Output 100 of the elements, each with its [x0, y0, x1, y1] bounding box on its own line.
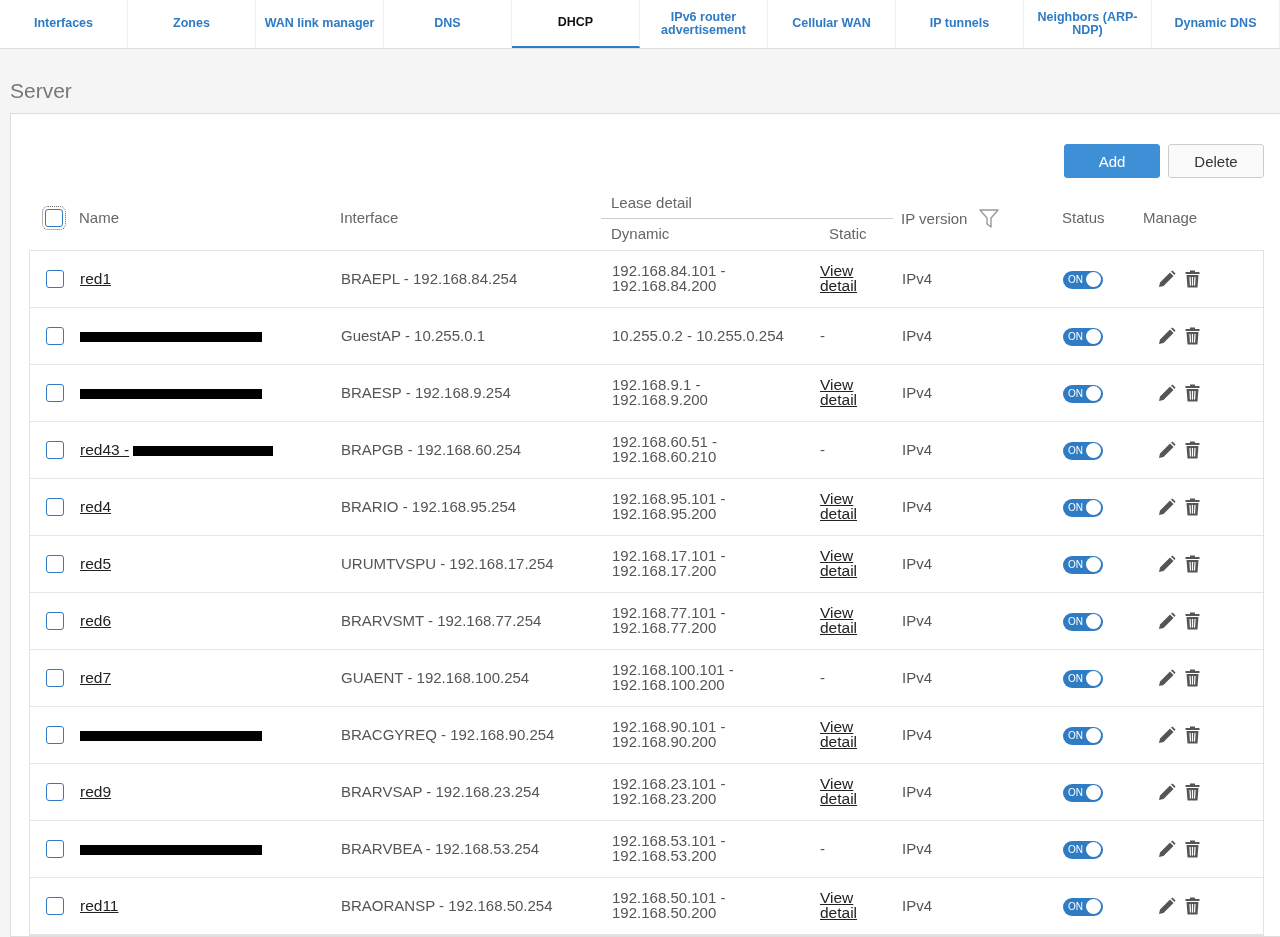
status-toggle[interactable]: ON [1063, 441, 1103, 460]
view-detail-link[interactable]: View detail [820, 376, 858, 408]
table-cell: BRAEPL - 192.168.84.254 [341, 271, 518, 287]
table-cell: IPv4 [902, 841, 932, 857]
delete-icon[interactable] [1185, 441, 1200, 459]
row-checkbox[interactable] [46, 669, 64, 687]
row-checkbox[interactable] [46, 384, 64, 402]
delete-icon[interactable] [1185, 555, 1200, 573]
delete-icon[interactable] [1185, 384, 1200, 402]
edit-icon[interactable] [1158, 441, 1176, 459]
delete-icon[interactable] [1185, 270, 1200, 288]
row-checkbox[interactable] [46, 555, 64, 573]
row-checkbox[interactable] [46, 783, 64, 801]
edit-icon[interactable] [1158, 897, 1176, 915]
view-detail-link[interactable]: View detail [820, 547, 858, 579]
table-cell: IPv4 [902, 385, 932, 401]
status-toggle[interactable]: ON [1063, 783, 1103, 802]
section-title: Server [9, 78, 73, 104]
table-cell: IPv4 [902, 613, 932, 629]
delete-icon[interactable] [1185, 669, 1200, 687]
view-detail-link[interactable]: View detail [820, 889, 858, 921]
table-cell: 192.168.60.51 - 192.168.60.210 [612, 433, 718, 466]
table-cell: BRARVSMT - 192.168.77.254 [341, 613, 542, 629]
edit-icon[interactable] [1158, 840, 1176, 858]
name-link[interactable]: red11 [80, 897, 119, 914]
table-cell: IPv4 [902, 499, 932, 515]
name-link[interactable]: red5 [80, 555, 112, 572]
row-checkbox[interactable] [46, 270, 64, 288]
status-toggle[interactable]: ON [1063, 384, 1103, 403]
edit-icon[interactable] [1158, 612, 1176, 630]
name-link[interactable]: red43 - [80, 441, 130, 458]
delete-icon[interactable] [1185, 840, 1200, 858]
name-link[interactable]: red4 [80, 498, 112, 515]
row-checkbox[interactable] [46, 327, 64, 345]
table-cell: BRARIO - 192.168.95.254 [341, 499, 517, 515]
view-detail-link[interactable]: View detail [820, 718, 858, 750]
edit-icon[interactable] [1158, 669, 1176, 687]
status-toggle[interactable]: ON [1063, 327, 1103, 346]
delete-icon[interactable] [1185, 897, 1200, 915]
status-toggle[interactable]: ON [1063, 612, 1103, 631]
table-cell: GuestAP - 10.255.0.1 [341, 328, 485, 344]
table-cell: 192.168.95.101 - 192.168.95.200 [612, 490, 726, 523]
table-cell: GUAENT - 192.168.100.254 [341, 670, 530, 686]
delete-icon[interactable] [1185, 612, 1200, 630]
column-header: Static [829, 225, 867, 242]
delete-icon[interactable] [1185, 498, 1200, 516]
tab[interactable]: DHCP [512, 0, 640, 48]
status-toggle[interactable]: ON [1063, 726, 1103, 745]
edit-icon[interactable] [1158, 555, 1176, 573]
row-checkbox[interactable] [46, 726, 64, 744]
delete-button[interactable]: Delete [1168, 144, 1264, 178]
table-cell: BRAORANSP - 192.168.50.254 [341, 898, 553, 914]
table-cell: 192.168.53.101 - 192.168.53.200 [612, 832, 726, 865]
column-header: Interface [340, 209, 399, 226]
status-toggle[interactable]: ON [1063, 669, 1103, 688]
edit-icon[interactable] [1158, 270, 1176, 288]
name-link[interactable]: red7 [80, 669, 112, 686]
table-cell: IPv4 [902, 784, 932, 800]
table-cell: 192.168.23.101 - 192.168.23.200 [612, 775, 726, 808]
row-checkbox[interactable] [46, 498, 64, 516]
delete-icon[interactable] [1185, 726, 1200, 744]
view-detail-link[interactable]: View detail [820, 604, 858, 636]
table-cell: - [820, 328, 825, 344]
name-link[interactable]: red6 [80, 612, 112, 629]
status-toggle[interactable]: ON [1063, 270, 1103, 289]
name-link[interactable]: red1 [80, 270, 112, 287]
table-cell: URUMTVSPU - 192.168.17.254 [341, 556, 554, 572]
edit-icon[interactable] [1158, 783, 1176, 801]
delete-icon[interactable] [1185, 783, 1200, 801]
view-detail-link[interactable]: View detail [820, 262, 858, 294]
table-cell: BRAPGB - 192.168.60.254 [341, 442, 522, 458]
edit-icon[interactable] [1158, 327, 1176, 345]
status-toggle[interactable]: ON [1063, 498, 1103, 517]
table-cell: IPv4 [902, 442, 932, 458]
edit-icon[interactable] [1158, 726, 1176, 744]
row-checkbox[interactable] [46, 612, 64, 630]
status-toggle[interactable]: ON [1063, 840, 1103, 859]
edit-icon[interactable] [1158, 384, 1176, 402]
column-header: Manage [1143, 209, 1198, 226]
filter-icon[interactable] [979, 208, 1000, 228]
table-cell: IPv4 [902, 328, 932, 344]
delete-icon[interactable] [1185, 327, 1200, 345]
add-button[interactable]: Add [1064, 144, 1160, 178]
table-cell: IPv4 [902, 727, 932, 743]
row-checkbox[interactable] [46, 897, 64, 915]
table-cell: 192.168.100.101 - 192.168.100.200 [612, 661, 734, 694]
table-cell: 192.168.84.101 - 192.168.84.200 [612, 262, 726, 295]
select-all-checkbox[interactable] [45, 209, 63, 227]
status-toggle[interactable]: ON [1063, 555, 1103, 574]
status-toggle[interactable]: ON [1063, 897, 1103, 916]
row-checkbox[interactable] [46, 441, 64, 459]
edit-icon[interactable] [1158, 498, 1176, 516]
name-link[interactable]: red9 [80, 783, 112, 800]
table-cell: IPv4 [902, 670, 932, 686]
view-detail-link[interactable]: View detail [820, 775, 858, 807]
view-detail-link[interactable]: View detail [820, 490, 858, 522]
row-checkbox[interactable] [46, 840, 64, 858]
table-cell: IPv4 [902, 271, 932, 287]
table-cell: BRARVBEA - 192.168.53.254 [341, 841, 540, 857]
table-cell: 192.168.9.1 - 192.168.9.200 [612, 376, 708, 409]
